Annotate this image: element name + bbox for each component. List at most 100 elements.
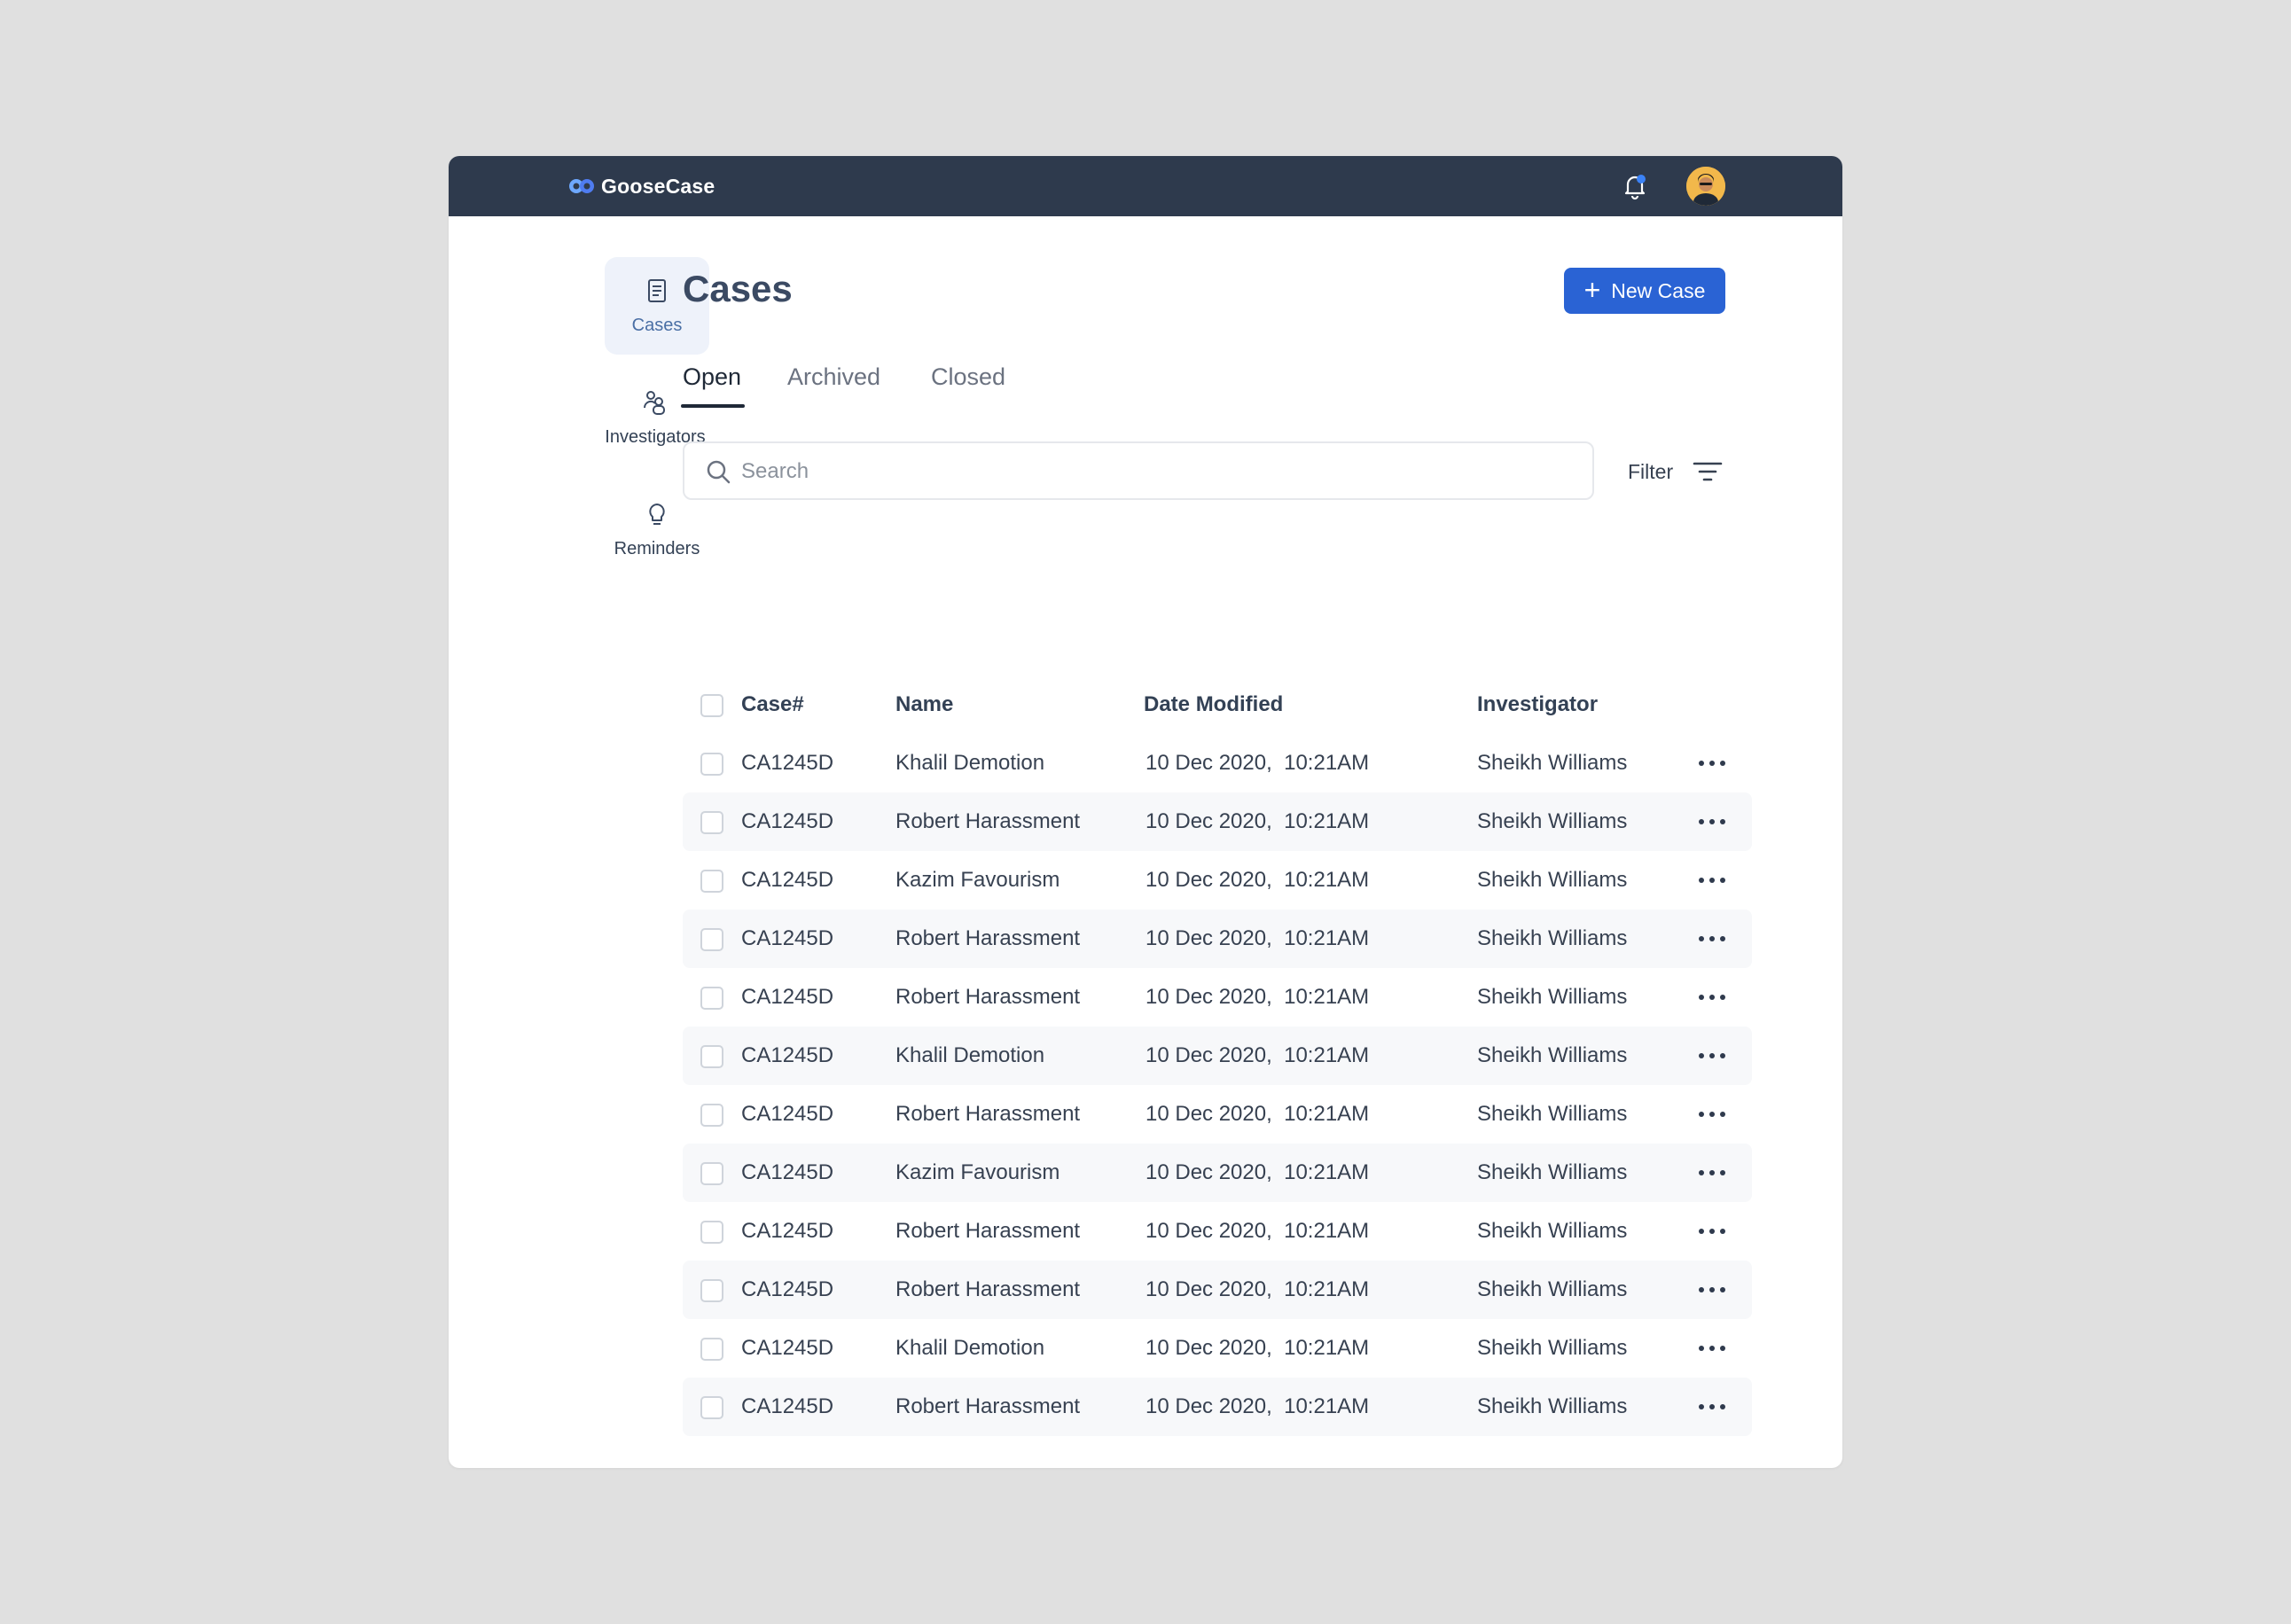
search-input[interactable] [741, 452, 1575, 491]
row-checkbox[interactable] [700, 1104, 723, 1127]
new-case-button-label: New Case [1611, 278, 1706, 302]
cell-date-modified: 10 Dec 2020, 10:21AM [1146, 1102, 1370, 1126]
row-checkbox[interactable] [700, 811, 723, 834]
more-options-icon[interactable] [1699, 993, 1725, 1002]
row-checkbox[interactable] [700, 1221, 723, 1244]
row-checkbox[interactable] [700, 753, 723, 776]
cell-name: Kazim Favourism [895, 1160, 1060, 1184]
row-checkbox[interactable] [700, 870, 723, 893]
cell-name: Robert Harassment [895, 926, 1081, 950]
cell-name: Khalil Demotion [895, 1336, 1045, 1360]
more-options-icon[interactable] [1699, 1344, 1725, 1353]
lightbulb-icon [649, 504, 665, 525]
more-options-icon[interactable] [1699, 1227, 1725, 1236]
table-row[interactable]: CA1245D Kazim Favourism 10 Dec 2020, 10:21… [683, 851, 1752, 910]
more-options-icon[interactable] [1699, 1051, 1725, 1060]
filter-icon [1693, 462, 1723, 481]
tab-closed[interactable]: Closed [931, 363, 1005, 391]
row-checkbox[interactable] [700, 928, 723, 951]
cell-investigator: Sheikh Williams [1477, 1043, 1628, 1067]
more-options-icon[interactable] [1699, 817, 1725, 826]
more-options-icon[interactable] [1699, 1402, 1725, 1411]
cell-case-number: CA1245D [741, 1102, 834, 1126]
more-options-icon[interactable] [1699, 934, 1725, 943]
cell-investigator: Sheikh Williams [1477, 1336, 1628, 1360]
cell-case-number: CA1245D [741, 926, 834, 950]
app-logo[interactable]: GooseCase [567, 174, 715, 199]
row-checkbox[interactable] [700, 1338, 723, 1361]
more-options-icon[interactable] [1699, 876, 1725, 885]
table-row[interactable]: CA1245D Robert Harassment 10 Dec 2020, 10:… [683, 968, 1752, 1027]
logo-icon [569, 179, 594, 193]
row-checkbox[interactable] [700, 987, 723, 1010]
more-options-icon[interactable] [1699, 1168, 1725, 1177]
table-row[interactable]: CA1245D Robert Harassment 10 Dec 2020, 10:… [683, 1378, 1752, 1436]
cell-investigator: Sheikh Williams [1477, 868, 1628, 892]
more-options-icon[interactable] [1699, 1285, 1725, 1294]
cell-date-modified: 10 Dec 2020, 10:21AM [1146, 1336, 1370, 1360]
column-header-investigator: Investigator [1477, 692, 1599, 716]
row-checkbox[interactable] [700, 1162, 723, 1185]
active-tab-indicator [681, 404, 745, 408]
tab-open[interactable]: Open [683, 363, 741, 391]
cell-date-modified: 10 Dec 2020, 10:21AM [1146, 1277, 1370, 1301]
cell-case-number: CA1245D [741, 1160, 834, 1184]
cell-date-modified: 10 Dec 2020, 10:21AM [1146, 926, 1370, 950]
cell-investigator: Sheikh Williams [1477, 1219, 1628, 1243]
cell-date-modified: 10 Dec 2020, 10:21AM [1146, 1043, 1370, 1067]
cell-investigator: Sheikh Williams [1477, 1394, 1628, 1418]
cell-investigator: Sheikh Williams [1477, 926, 1628, 950]
plus-icon: + [1583, 273, 1601, 306]
cell-name: Robert Harassment [895, 985, 1081, 1009]
cell-case-number: CA1245D [741, 985, 834, 1009]
new-case-button[interactable]: + New Case [1564, 268, 1725, 314]
notification-bell-icon[interactable] [1619, 170, 1651, 202]
column-header-case: Case# [741, 692, 804, 716]
more-options-icon[interactable] [1699, 1110, 1725, 1119]
table-row[interactable]: CA1245D Robert Harassment 10 Dec 2020, 10:… [683, 1261, 1752, 1319]
table-row[interactable]: CA1245D Robert Harassment 10 Dec 2020, 10:… [683, 1085, 1752, 1144]
cell-case-number: CA1245D [741, 1277, 834, 1301]
cell-case-number: CA1245D [741, 809, 834, 833]
cell-name: Robert Harassment [895, 1219, 1081, 1243]
cell-investigator: Sheikh Williams [1477, 985, 1628, 1009]
users-icon [643, 391, 665, 415]
table-row[interactable]: CA1245D Kazim Favourism 10 Dec 2020, 10:21… [683, 1144, 1752, 1202]
cell-date-modified: 10 Dec 2020, 10:21AM [1146, 1219, 1370, 1243]
app-name: GooseCase [601, 174, 715, 198]
app-window: GooseCase Cases Investigators Reminders … [449, 156, 1842, 1468]
cell-name: Khalil Demotion [895, 1043, 1045, 1067]
table-row[interactable]: CA1245D Khalil Demotion 10 Dec 2020, 10:21… [683, 1027, 1752, 1085]
search-box[interactable] [683, 441, 1594, 500]
row-checkbox[interactable] [700, 1045, 723, 1068]
row-checkbox[interactable] [700, 1396, 723, 1419]
filter-button[interactable]: Filter [1628, 456, 1723, 488]
sidebar-item-label: Cases [631, 316, 683, 335]
cell-name: Khalil Demotion [895, 751, 1045, 775]
select-all-checkbox[interactable] [700, 694, 723, 717]
cell-case-number: CA1245D [741, 751, 834, 775]
cell-date-modified: 10 Dec 2020, 10:21AM [1146, 985, 1370, 1009]
more-options-icon[interactable] [1699, 759, 1725, 768]
cell-name: Kazim Favourism [895, 868, 1060, 892]
cell-name: Robert Harassment [895, 1102, 1081, 1126]
column-header-date: Date Modified [1144, 692, 1284, 716]
cell-date-modified: 10 Dec 2020, 10:21AM [1146, 809, 1370, 833]
user-avatar[interactable] [1686, 167, 1725, 206]
cell-date-modified: 10 Dec 2020, 10:21AM [1146, 1394, 1370, 1418]
cell-date-modified: 10 Dec 2020, 10:21AM [1146, 1160, 1370, 1184]
tab-archived[interactable]: Archived [787, 363, 880, 391]
table-header: Case# Name Date Modified Investigator [683, 675, 1752, 734]
page-title: Cases [683, 268, 793, 309]
table-row[interactable]: CA1245D Robert Harassment 10 Dec 2020, 10:… [683, 910, 1752, 968]
cell-name: Robert Harassment [895, 809, 1081, 833]
cell-date-modified: 10 Dec 2020, 10:21AM [1146, 751, 1370, 775]
table-row[interactable]: CA1245D Khalil Demotion 10 Dec 2020, 10:21… [683, 734, 1752, 792]
table-row[interactable]: CA1245D Robert Harassment 10 Dec 2020, 10:… [683, 1202, 1752, 1261]
table-row[interactable]: CA1245D Khalil Demotion 10 Dec 2020, 10:21… [683, 1319, 1752, 1378]
cell-investigator: Sheikh Williams [1477, 1102, 1628, 1126]
cell-case-number: CA1245D [741, 1043, 834, 1067]
cell-case-number: CA1245D [741, 1394, 834, 1418]
row-checkbox[interactable] [700, 1279, 723, 1302]
table-row[interactable]: CA1245D Robert Harassment 10 Dec 2020, 10:… [683, 792, 1752, 851]
